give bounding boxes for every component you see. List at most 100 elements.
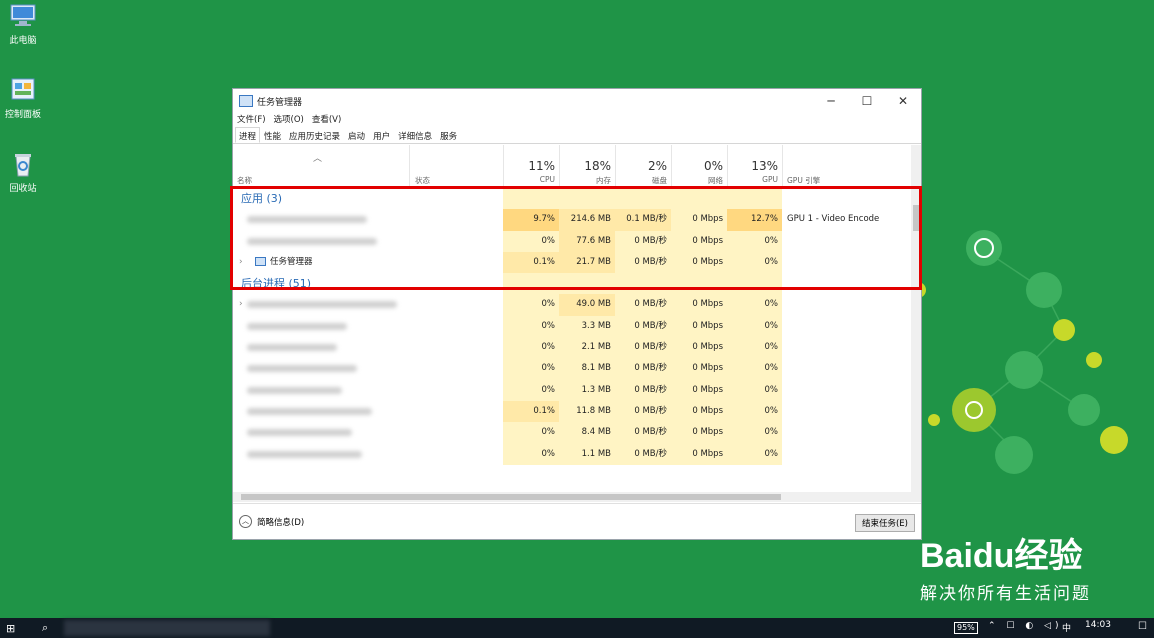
tab-processes[interactable]: 进程 [235, 127, 261, 143]
search-icon[interactable]: ⌕ [42, 621, 48, 635]
table-row[interactable]: 0% 1.1 MB 0 MB/秒 0 Mbps 0% [233, 443, 911, 465]
disk-cell: 0 MB/秒 [615, 294, 671, 316]
menu-view[interactable]: 查看(V) [312, 113, 341, 127]
mem-cell: 1.1 MB [559, 443, 615, 465]
net-cell: 0 Mbps [671, 294, 727, 316]
desktop-icon-label: 控制面板 [4, 110, 41, 120]
cpu-cell: 0% [503, 337, 559, 359]
gpu-cell: 0% [727, 422, 782, 444]
brief-info-button[interactable]: ︿ 简略信息(D) [239, 515, 304, 528]
table-row[interactable]: 0% 1.3 MB 0 MB/秒 0 Mbps 0% [233, 379, 911, 401]
net-cell: 0 Mbps [671, 337, 727, 359]
gpu-cell: 0% [727, 379, 782, 401]
net-cell: 0 Mbps [671, 422, 727, 444]
minimize-button[interactable]: ─ [813, 94, 849, 108]
table-header: ︿ 名称 状态 11% CPU 18% 内存 2% 磁盘 0% 网络 13% G… [233, 145, 911, 188]
disk-cell: 0 MB/秒 [615, 422, 671, 444]
baidu-logo: Baidu经验 [920, 537, 1083, 575]
clock-time[interactable]: 14:03 [1085, 620, 1111, 630]
mem-total: 18% [584, 159, 611, 173]
blurred-process-name [247, 407, 372, 415]
table-row[interactable]: 0% 3.3 MB 0 MB/秒 0 Mbps 0% [233, 315, 911, 338]
scrollbar-thumb[interactable] [241, 494, 781, 500]
cpu-cell: 0% [503, 443, 559, 465]
blurred-process-name [247, 301, 397, 309]
gpu-cell: 0% [727, 337, 782, 359]
desktop-icon-recycle-bin[interactable]: 回收站 [2, 150, 44, 194]
table-row[interactable]: 0% 8.4 MB 0 MB/秒 0 Mbps 0% [233, 422, 911, 444]
tab-performance[interactable]: 性能 [260, 127, 285, 143]
task-manager-icon [239, 95, 253, 107]
mem-cell: 8.1 MB [559, 358, 615, 380]
tab-startup[interactable]: 启动 [344, 127, 369, 143]
net-cell: 0 Mbps [671, 379, 727, 401]
ime-indicator[interactable]: 中 [1062, 621, 1071, 634]
mem-cell: 2.1 MB [559, 337, 615, 359]
highlight-box [230, 186, 922, 290]
table-row[interactable]: › 0% 49.0 MB 0 MB/秒 0 Mbps 0% [233, 294, 911, 316]
column-gpu-engine-header[interactable]: GPU 引擎 [787, 175, 820, 186]
close-button[interactable]: ✕ [885, 94, 921, 108]
net-total: 0% [703, 159, 723, 173]
tab-services[interactable]: 服务 [436, 127, 461, 143]
notification-icon[interactable]: ☐ [1138, 621, 1147, 632]
sort-up-chevron-icon[interactable]: ︿ [313, 151, 322, 164]
menu-options[interactable]: 选项(O) [274, 113, 304, 127]
brief-info-label: 简略信息(D) [257, 517, 305, 528]
table-row[interactable]: 0% 8.1 MB 0 MB/秒 0 Mbps 0% [233, 358, 911, 380]
blurred-process-name [247, 450, 362, 458]
system-tray-icons[interactable]: ⌃ ☐ ◐ ◁) [988, 621, 1062, 631]
cpu-cell: 0.1% [503, 400, 559, 423]
tab-users[interactable]: 用户 [369, 127, 394, 143]
taskbar: ⊞ ⌕ 95% ⌃ ☐ ◐ ◁) 中 14:03 ☐ [0, 618, 1154, 638]
mem-cell: 49.0 MB [559, 294, 615, 316]
desktop-icon-label: 此电脑 [9, 36, 37, 46]
disk-cell: 0 MB/秒 [615, 337, 671, 359]
mem-cell: 11.8 MB [559, 400, 615, 423]
blurred-process-name [247, 429, 352, 437]
table-row[interactable]: 0% 2.1 MB 0 MB/秒 0 Mbps 0% [233, 337, 911, 359]
cpu-cell: 0% [503, 315, 559, 338]
control-panel-icon [8, 76, 38, 104]
tab-app-history[interactable]: 应用历史记录 [285, 127, 344, 143]
blurred-process-name [247, 386, 342, 394]
blurred-process-name [247, 365, 357, 373]
column-cpu-header[interactable]: CPU [503, 175, 555, 184]
battery-indicator[interactable]: 95% [954, 622, 978, 634]
expand-chevron-icon[interactable]: › [239, 294, 243, 315]
baidu-watermark: Baidu经验 解决你所有生活问题 [920, 528, 1091, 604]
menu-bar: 文件(F) 选项(O) 查看(V) [233, 113, 921, 127]
net-cell: 0 Mbps [671, 358, 727, 380]
window-footer: ︿ 简略信息(D) 结束任务(E) [233, 503, 921, 540]
taskbar-apps-blurred [64, 620, 270, 636]
horizontal-scrollbar[interactable] [233, 492, 921, 502]
column-disk-header[interactable]: 磁盘 [615, 175, 667, 186]
gpu-total: 13% [751, 159, 778, 173]
windows-start-icon[interactable]: ⊞ [6, 622, 15, 635]
baidu-tagline: 解决你所有生活问题 [920, 584, 1091, 604]
cpu-cell: 0% [503, 358, 559, 380]
disk-cell: 0 MB/秒 [615, 379, 671, 401]
title-bar[interactable]: 任务管理器 ─ ☐ ✕ [233, 89, 921, 113]
menu-file[interactable]: 文件(F) [237, 113, 266, 127]
gpu-cell: 0% [727, 315, 782, 338]
gpu-cell: 0% [727, 358, 782, 380]
end-task-button[interactable]: 结束任务(E) [854, 514, 915, 532]
tab-details[interactable]: 详细信息 [394, 127, 436, 143]
disk-cell: 0 MB/秒 [615, 315, 671, 338]
table-row[interactable]: 0.1% 11.8 MB 0 MB/秒 0 Mbps 0% [233, 400, 911, 423]
disk-cell: 0 MB/秒 [615, 400, 671, 423]
column-mem-header[interactable]: 内存 [559, 175, 611, 186]
desktop-icon-control-panel[interactable]: 控制面板 [2, 76, 44, 120]
column-status-header[interactable]: 状态 [415, 175, 430, 186]
recycle-bin-icon [8, 150, 38, 178]
net-cell: 0 Mbps [671, 400, 727, 423]
column-name-header[interactable]: 名称 [237, 175, 252, 186]
column-net-header[interactable]: 网络 [671, 175, 723, 186]
gpu-cell: 0% [727, 400, 782, 423]
maximize-button[interactable]: ☐ [849, 94, 885, 108]
mem-cell: 3.3 MB [559, 315, 615, 338]
column-gpu-header[interactable]: GPU [727, 175, 778, 184]
desktop-icon-this-pc[interactable]: 此电脑 [2, 2, 44, 46]
net-cell: 0 Mbps [671, 443, 727, 465]
